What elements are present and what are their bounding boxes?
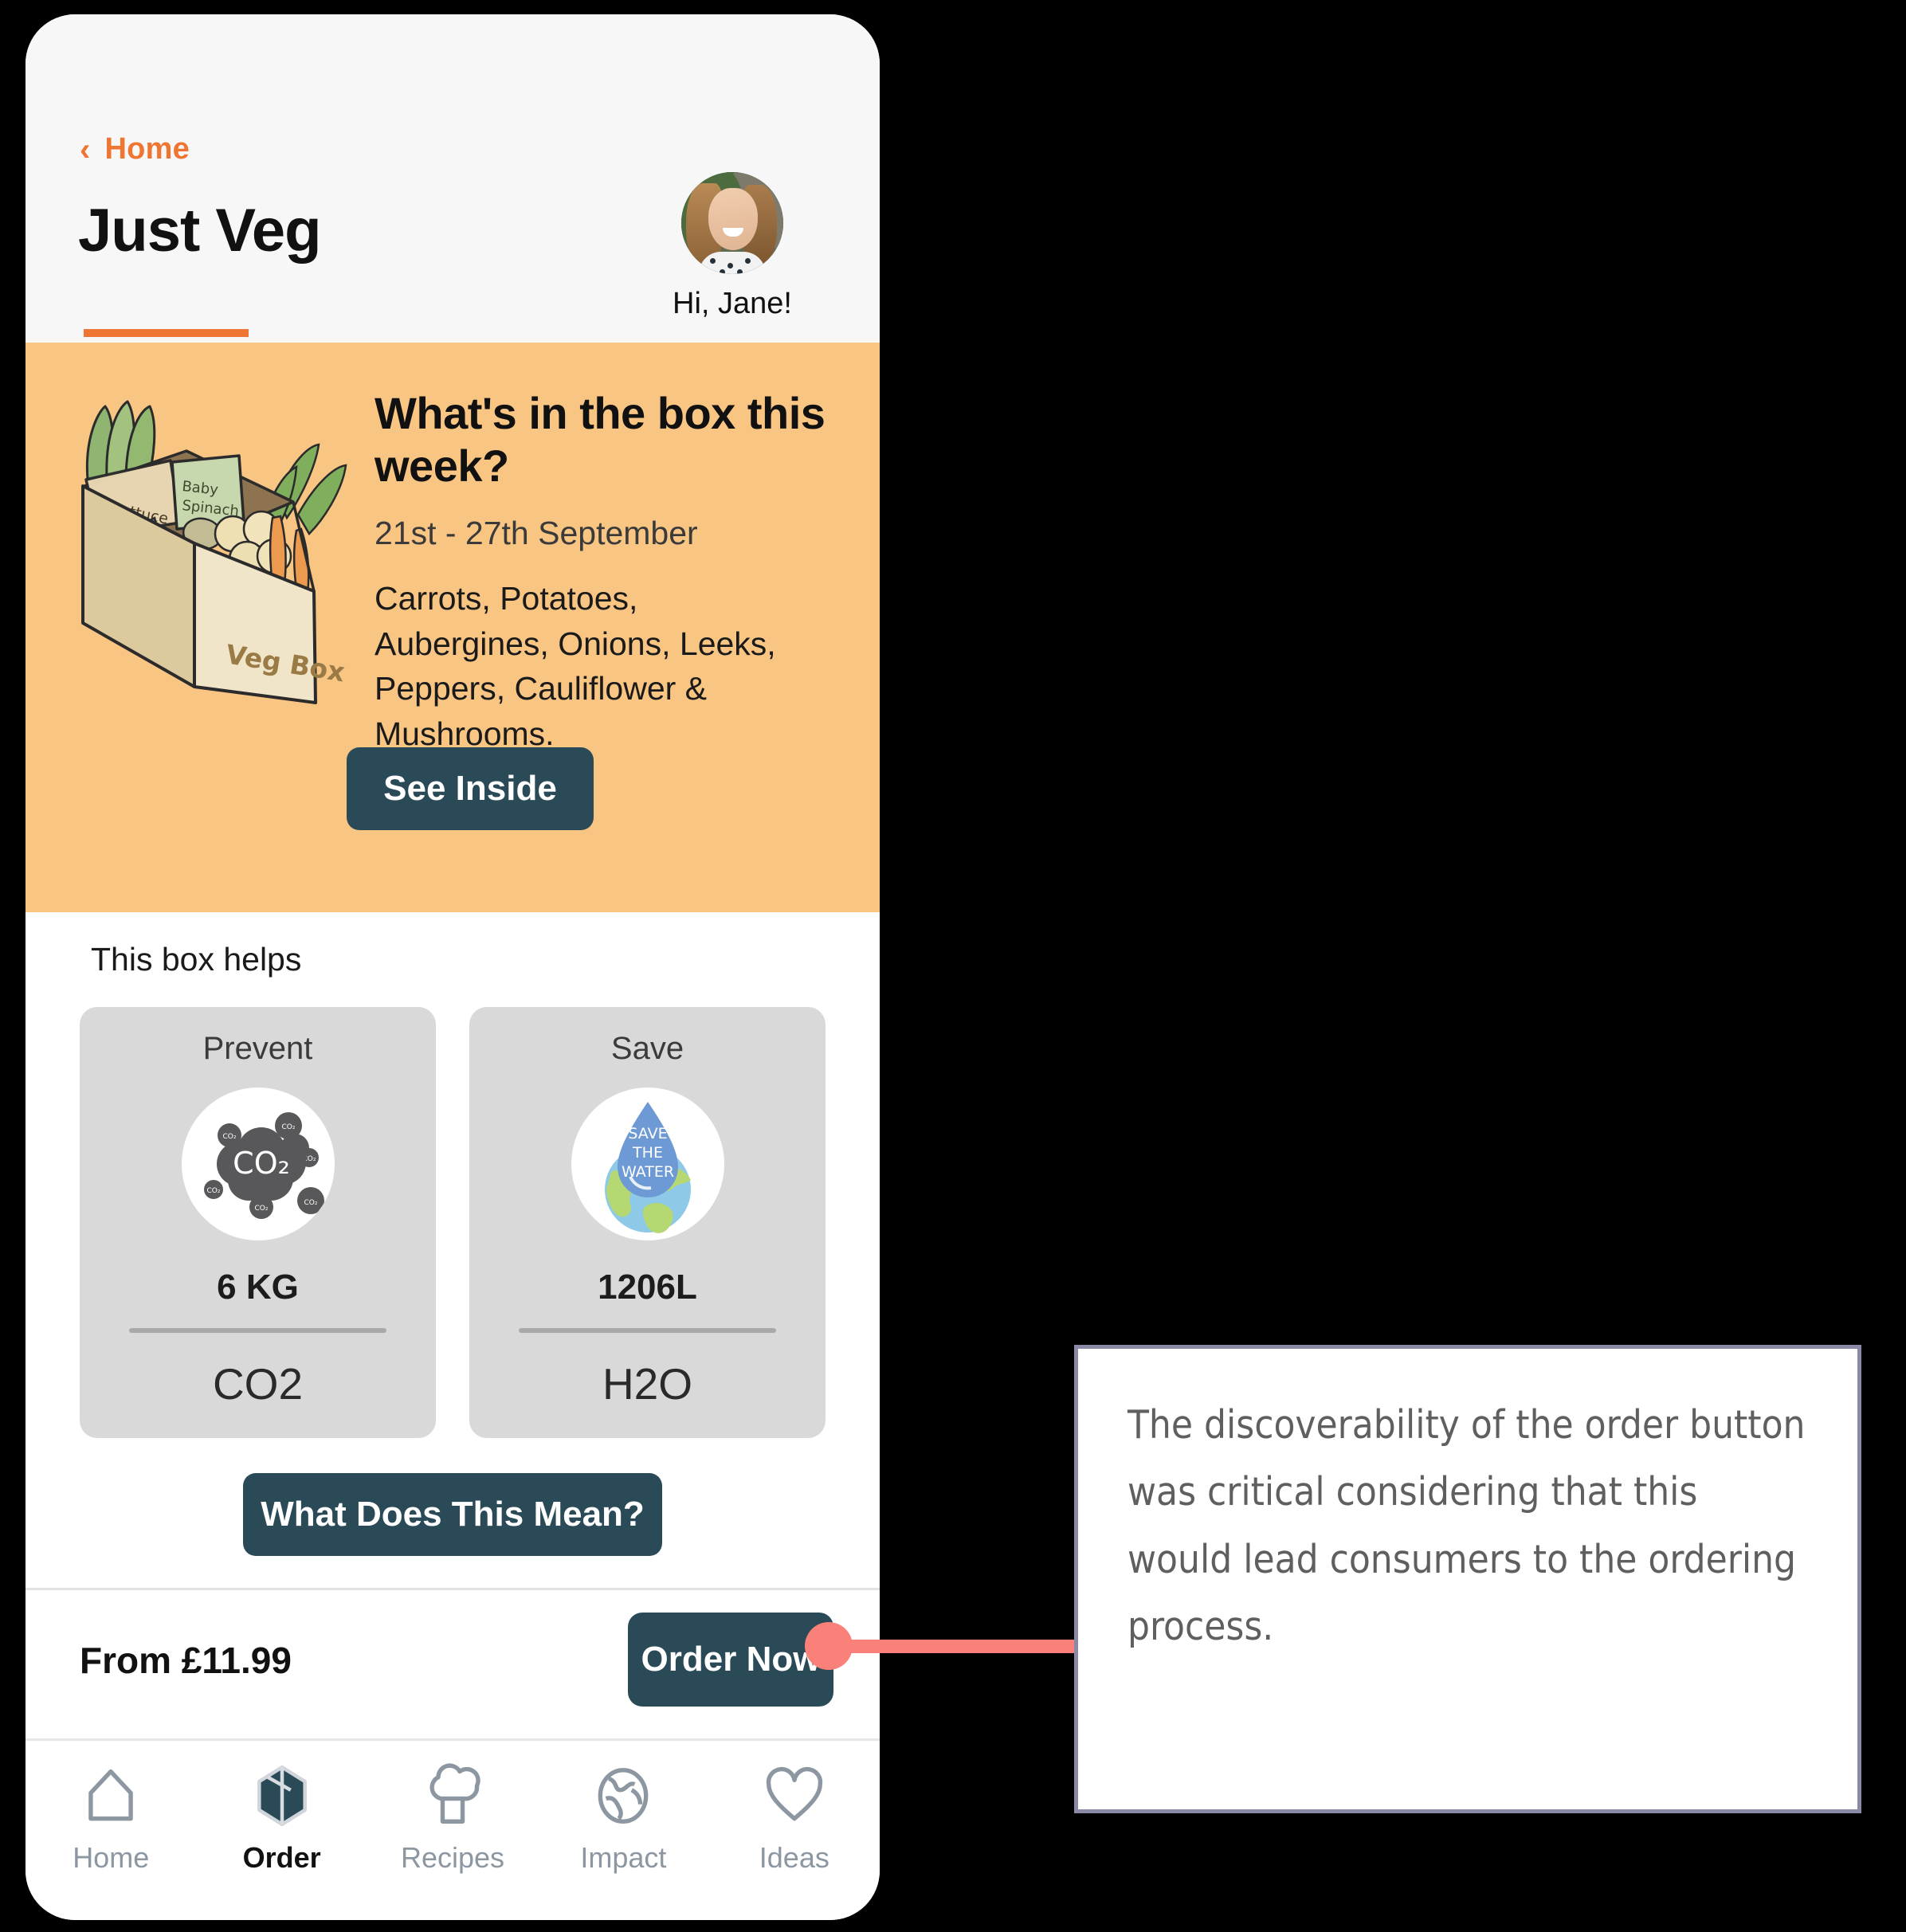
nav-label: Recipes: [400, 1841, 505, 1874]
page-title: Just Veg: [78, 197, 322, 265]
avatar[interactable]: [681, 172, 783, 274]
svg-text:THE: THE: [632, 1144, 663, 1162]
back-to-home-link[interactable]: ‹ Home: [80, 132, 190, 167]
screenshot-root: ‹ Home Just Veg Hi, Jane! Baby Spinach V…: [0, 0, 1906, 1932]
house-icon: [88, 1769, 133, 1821]
nav-item-recipes[interactable]: Recipes: [367, 1762, 538, 1875]
impact-card-kicker: Save: [610, 1031, 684, 1066]
title-underline: [84, 329, 249, 337]
explain-button-wrap: What Does This Mean?: [25, 1473, 880, 1556]
impact-section: This box helps Prevent CO₂ CO₂ CO₂ CO₂ C…: [25, 912, 880, 1738]
annotation-text: The discoverability of the order button …: [1128, 1402, 1806, 1649]
chef-hat-icon: [429, 1763, 480, 1824]
impact-card-value: 6 KG: [217, 1268, 299, 1307]
svg-text:CO₂: CO₂: [254, 1205, 268, 1213]
banner-contents-list: Carrots, Potatoes, Aubergines, Onions, L…: [375, 580, 776, 752]
impact-cards: Prevent CO₂ CO₂ CO₂ CO₂ CO₂ CO₂ CO₂ 6 KG…: [80, 1007, 826, 1438]
avatar-face: [708, 188, 758, 250]
svg-text:CO₂: CO₂: [281, 1123, 295, 1131]
nav-item-order[interactable]: Order: [196, 1762, 367, 1875]
impact-card-h2o[interactable]: Save SAVE THE WATER 1206L H2O: [469, 1007, 826, 1438]
annotation-connector-dot: [805, 1622, 853, 1670]
bottom-navigation: Home Order Recipes Impact Ideas: [25, 1738, 880, 1920]
impact-card-unit: CO2: [212, 1359, 304, 1409]
app-header: ‹ Home Just Veg Hi, Jane!: [25, 14, 880, 343]
see-inside-button[interactable]: See Inside: [347, 747, 594, 830]
svg-text:CO₂: CO₂: [233, 1146, 290, 1181]
globe-icon: [598, 1768, 649, 1824]
co2-cloud-icon: CO₂ CO₂ CO₂ CO₂ CO₂ CO₂ CO₂: [181, 1087, 335, 1240]
svg-text:CO₂: CO₂: [304, 1199, 317, 1207]
impact-card-value: 1206L: [598, 1268, 697, 1307]
price-bar: From £11.99 Order Now: [25, 1588, 880, 1730]
nav-label: Order: [242, 1841, 321, 1874]
avatar-shirt: [699, 252, 766, 274]
impact-section-label: This box helps: [91, 941, 302, 978]
chevron-left-icon: ‹: [80, 131, 91, 167]
nav-label: Ideas: [759, 1841, 829, 1874]
nav-item-impact[interactable]: Impact: [538, 1762, 708, 1875]
banner-heading: What's in the box this week?: [375, 388, 826, 492]
user-greeting-block[interactable]: Hi, Jane!: [641, 172, 824, 321]
impact-card-divider: [128, 1328, 387, 1333]
impact-card-kicker: Prevent: [202, 1031, 313, 1066]
impact-card-co2[interactable]: Prevent CO₂ CO₂ CO₂ CO₂ CO₂ CO₂ CO₂ 6 KG…: [80, 1007, 436, 1438]
svg-text:SAVE: SAVE: [628, 1125, 667, 1142]
annotation-connector-line: [815, 1640, 1096, 1653]
save-the-water-globe-icon: SAVE THE WATER: [571, 1087, 724, 1240]
nav-label: Impact: [580, 1841, 667, 1874]
box-icon: [257, 1765, 307, 1827]
nav-label: Home: [73, 1841, 150, 1874]
what-does-this-mean-button[interactable]: What Does This Mean?: [243, 1473, 662, 1556]
banner-date-range: 21st - 27th September: [375, 515, 698, 552]
annotation-callout: The discoverability of the order button …: [1074, 1345, 1861, 1813]
order-now-button[interactable]: Order Now: [628, 1613, 833, 1707]
nav-item-home[interactable]: Home: [25, 1762, 196, 1875]
impact-card-unit: H2O: [602, 1359, 693, 1409]
back-link-label: Home: [104, 132, 190, 166]
veg-box-illustration: Lettuce Baby Spinach: [32, 373, 375, 912]
svg-text:CO₂: CO₂: [222, 1133, 236, 1141]
phone-mockup: ‹ Home Just Veg Hi, Jane! Baby Spinach V…: [25, 14, 880, 1920]
weekly-box-banner: Lettuce Baby Spinach: [25, 343, 880, 912]
banner-copy: What's in the box this week? 21st - 27th…: [375, 373, 880, 912]
nav-item-ideas[interactable]: Ideas: [709, 1762, 880, 1875]
greeting-text: Hi, Jane!: [673, 287, 792, 320]
price-label: From £11.99: [80, 1639, 292, 1681]
svg-text:CO₂: CO₂: [206, 1187, 220, 1195]
veg-box-icon: Lettuce Baby Spinach: [81, 400, 347, 704]
impact-card-divider: [518, 1328, 777, 1333]
heart-icon: [766, 1766, 822, 1821]
